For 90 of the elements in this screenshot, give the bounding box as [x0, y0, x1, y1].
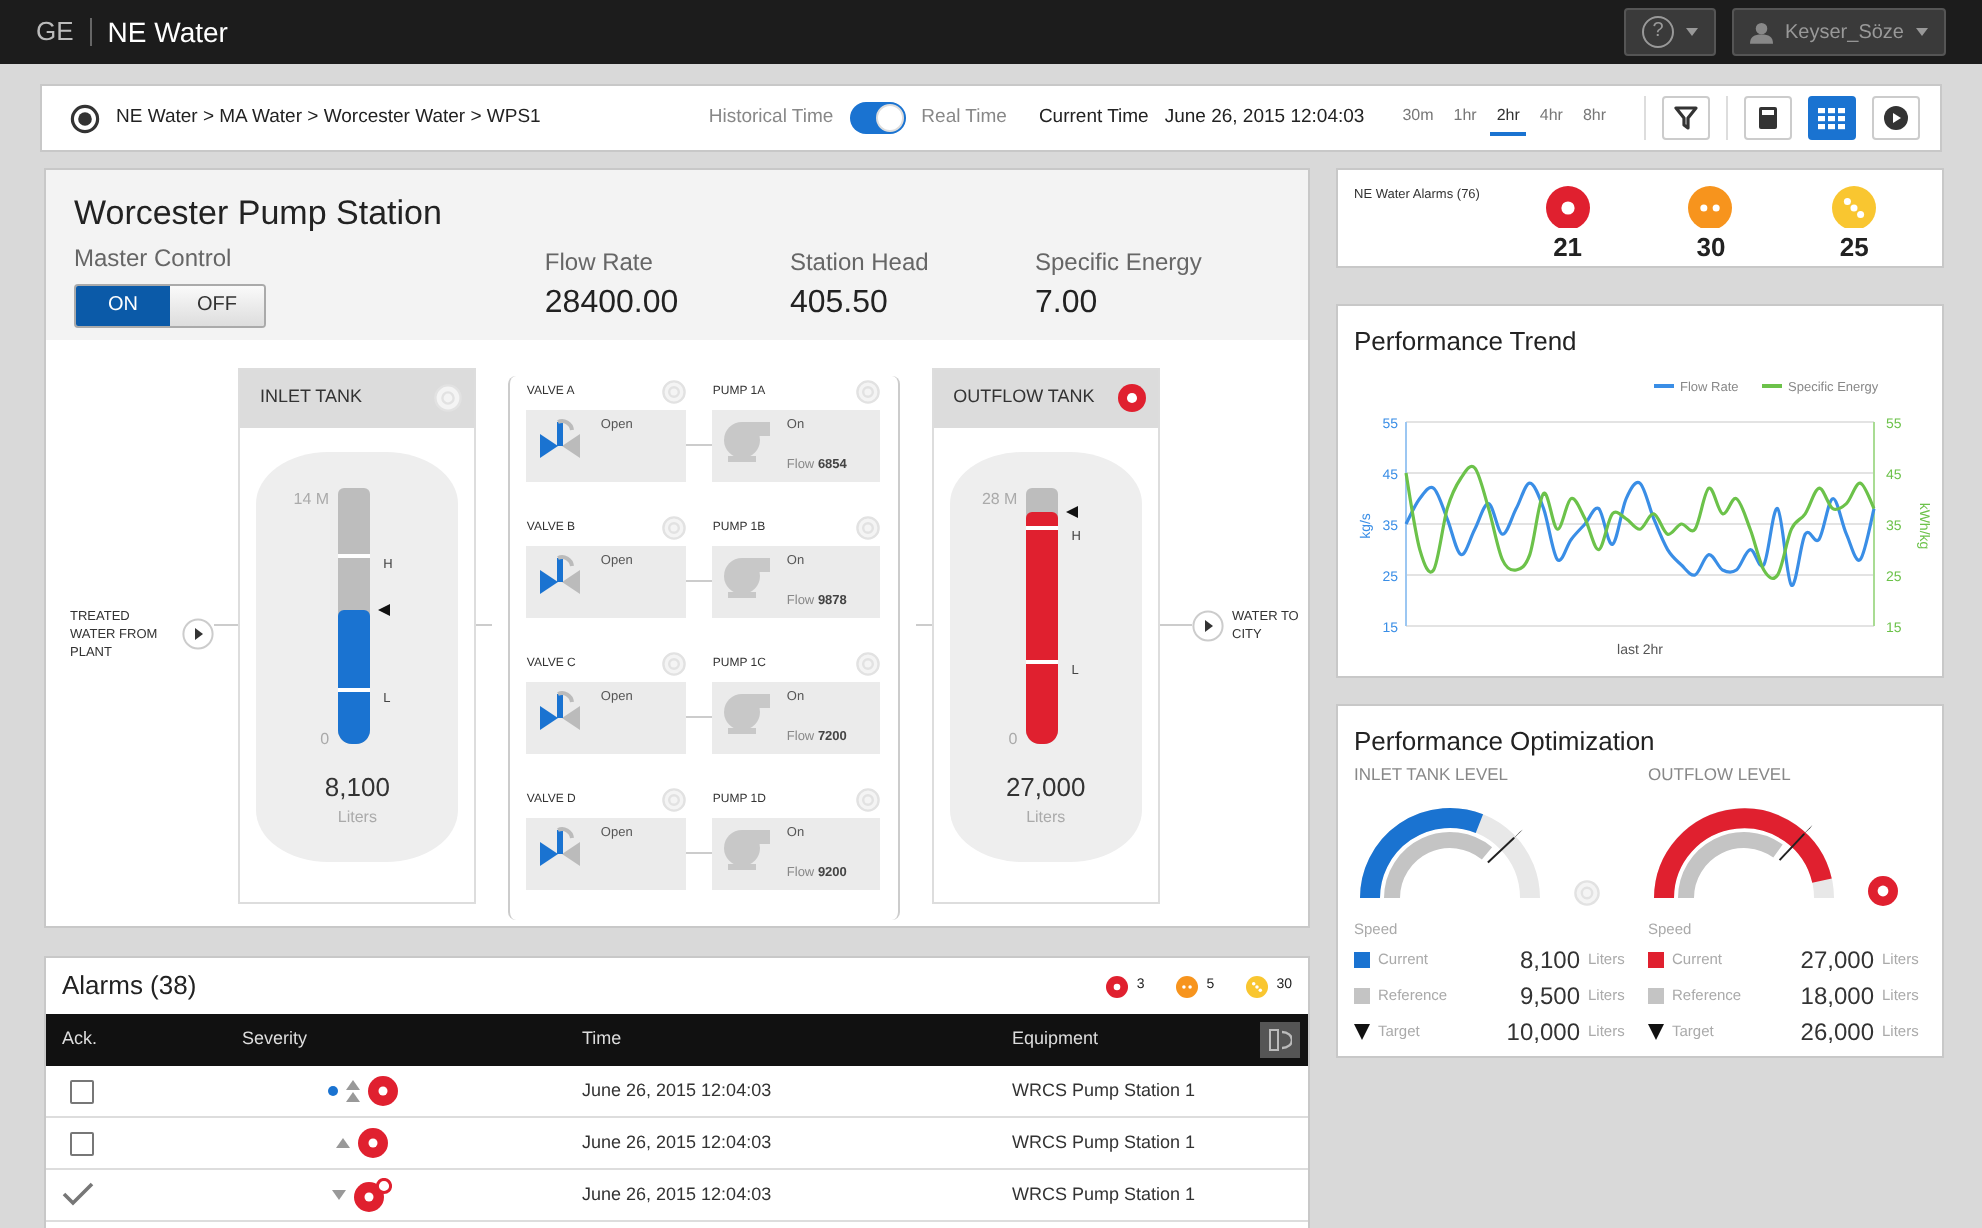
- reference-arc: [1678, 832, 1783, 899]
- play-button[interactable]: [1872, 96, 1920, 140]
- tank-volume: 8,100: [324, 769, 390, 805]
- app-title: NE Water: [105, 13, 228, 51]
- alarm-count: 21: [1553, 229, 1583, 265]
- time-range-tab[interactable]: 4hr: [1533, 100, 1569, 136]
- calculator-button[interactable]: [1744, 96, 1792, 140]
- current-time-value: June 26, 2015 12:04:03: [1164, 103, 1365, 132]
- master-control-toggle[interactable]: OFF: [170, 285, 264, 325]
- tank-max-label: 28 M: [981, 487, 1018, 511]
- metric-value: 28400.00: [544, 283, 681, 323]
- check-icon[interactable]: [62, 1182, 94, 1207]
- calculator-icon: [1758, 106, 1778, 130]
- tank-min-label: 0: [320, 727, 330, 751]
- metric-label: Specific Energy: [1034, 245, 1204, 279]
- equipment-cell-text: WRCS Pump Station 1: [1012, 1077, 1196, 1104]
- column-header: Equipment: [1012, 1026, 1099, 1053]
- alarms-title: Alarms (38): [62, 968, 197, 1005]
- equipment-cell-text: WRCS Pump Station 1: [1012, 1129, 1196, 1156]
- gauge-value: 10,000: [1506, 1015, 1580, 1049]
- play-icon[interactable]: [182, 618, 214, 650]
- help-button[interactable]: ?: [1624, 8, 1716, 56]
- time-range-tab[interactable]: 30m: [1396, 100, 1440, 136]
- alarm-count: 25: [1839, 229, 1869, 265]
- time-mode-label: Historical Time: [708, 103, 834, 132]
- tank-volume: 27,000: [1005, 769, 1086, 805]
- time-range-tab[interactable]: 1hr: [1447, 100, 1483, 136]
- time-range-tab[interactable]: 2hr: [1490, 100, 1526, 136]
- time-mode-label: Real Time: [921, 103, 1007, 132]
- legend-swatch: [1648, 987, 1664, 1003]
- play-icon[interactable]: [1192, 609, 1225, 641]
- tank-unit: Liters: [1026, 806, 1066, 830]
- time-cell-text: June 26, 2015 12:04:03: [582, 1129, 774, 1156]
- reference-arc: [1384, 832, 1492, 899]
- gauge-value: 18,000: [1800, 979, 1874, 1013]
- valve-icon: [536, 823, 585, 867]
- checkbox[interactable]: [70, 1131, 94, 1155]
- metric-label: Flow Rate: [544, 245, 655, 279]
- column-header: Ack.: [62, 1026, 100, 1053]
- time-range-tab[interactable]: 8hr: [1576, 100, 1612, 136]
- table-options-icon: [1268, 1028, 1292, 1052]
- valve-icon: [536, 687, 585, 731]
- user-menu-button[interactable]: Keyser_Söze: [1732, 8, 1946, 56]
- metric-label: Station Head: [789, 245, 931, 279]
- equipment-cell-text: WRCS Pump Station 1: [1012, 1181, 1196, 1208]
- valve-icon: [536, 551, 585, 595]
- target-icon[interactable]: [70, 103, 100, 133]
- gauge-value: 27,000: [1800, 943, 1874, 977]
- checkbox[interactable]: [70, 1079, 94, 1103]
- station-title: Worcester Pump Station: [74, 192, 444, 236]
- user-icon: [1750, 17, 1774, 47]
- filter-icon: [1674, 106, 1698, 130]
- metric-value: 405.50: [789, 283, 890, 323]
- target-marker-icon: [1648, 1023, 1664, 1039]
- gauge-value: 9,500: [1519, 979, 1580, 1013]
- legend-swatch: [1354, 987, 1370, 1003]
- target-needle: [1778, 825, 1813, 862]
- tank-max-label: 14 M: [293, 487, 330, 511]
- play-icon: [1884, 106, 1908, 130]
- valve-icon: [536, 415, 585, 459]
- gauge-title: OUTFLOW LEVEL: [1648, 761, 1793, 787]
- column-header: Severity: [242, 1026, 310, 1053]
- target-needle: [1486, 830, 1523, 864]
- grid-icon: [1818, 107, 1846, 129]
- tank-title: OUTFLOW TANK: [953, 384, 1095, 411]
- target-marker-icon: [1354, 1023, 1370, 1039]
- time-cell-text: June 26, 2015 12:04:03: [582, 1077, 774, 1104]
- metric-value: 7.00: [1034, 283, 1100, 323]
- legend-swatch: [1648, 951, 1664, 967]
- real-time-toggle[interactable]: [849, 102, 906, 134]
- panel-title: Performance Optimization: [1354, 724, 1657, 760]
- gauge-value: 8,100: [1519, 943, 1580, 977]
- tank-min-label: 0: [1008, 727, 1018, 751]
- panel-title: Performance Trend: [1354, 324, 1579, 360]
- master-control-label: Master Control: [74, 241, 234, 275]
- current-time-label: Current Time: [1038, 103, 1149, 132]
- master-control-toggle[interactable]: ON: [76, 285, 170, 325]
- column-header: Time: [582, 1026, 624, 1053]
- grid-button[interactable]: [1808, 96, 1856, 140]
- alarm-count: 30: [1696, 229, 1726, 265]
- legend-swatch: [1354, 951, 1370, 967]
- tank-title: INLET TANK: [259, 384, 362, 411]
- time-cell-text: June 26, 2015 12:04:03: [582, 1181, 774, 1208]
- tank-unit: Liters: [337, 806, 377, 830]
- breadcrumb[interactable]: NE Water > MA Water > Worcester Water > WPS1: [116, 103, 541, 133]
- logo: GE: [36, 18, 92, 46]
- gauge-value: 26,000: [1800, 1015, 1874, 1049]
- gauge-title: INLET TANK LEVEL: [1354, 761, 1511, 787]
- table-options-button[interactable]: [1260, 1022, 1300, 1058]
- filter-button[interactable]: [1662, 96, 1710, 140]
